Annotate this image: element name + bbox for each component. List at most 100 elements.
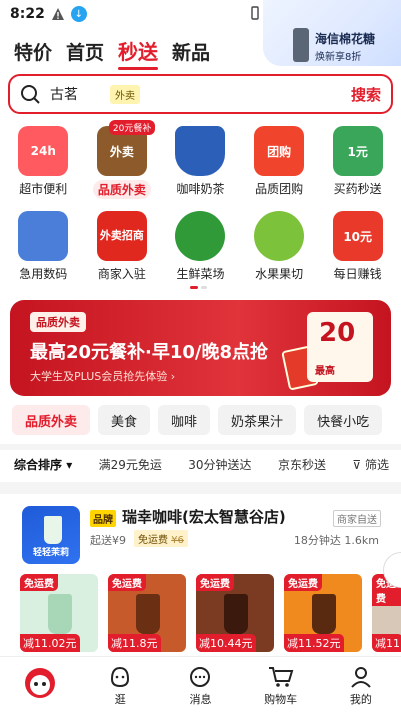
promo-corner-ad[interactable]: 海信棉花糖 焕新享8折 (263, 0, 401, 66)
voucher-amount: 20 (319, 318, 356, 348)
delivery-eta: 18分钟达 1.6km (293, 534, 379, 547)
tab-special[interactable]: 特价 (14, 38, 52, 65)
group-buy-icon: 团购 (254, 126, 305, 176)
category-medicine[interactable]: 1元 买药秒送 (321, 122, 395, 199)
category-label: 买药秒送 (333, 182, 382, 196)
chip-quality-takeout[interactable]: 品质外卖 (12, 405, 91, 435)
nav-browse[interactable]: 逛 (88, 665, 152, 707)
discount-tag: 减10.44元 (196, 634, 256, 652)
medicine-box-icon: 1元 (332, 126, 383, 176)
drink-icon (48, 594, 72, 634)
product-card[interactable]: 免运费 减11.02元 (20, 574, 98, 652)
voucher-card: 20 最高 (307, 312, 373, 382)
nav-label: 我的 (349, 693, 372, 706)
category-quality-takeout[interactable]: 外卖 20元餐补 品质外卖 (85, 120, 159, 199)
filter-30min[interactable]: 30分钟送达 (188, 456, 251, 473)
category-group-buy[interactable]: 团购 品质团购 (242, 122, 316, 199)
promo-banner[interactable]: 品质外卖 最高20元餐补·早10/晚8点抢 大学生及PLUS会员抢先体验 › 2… (10, 300, 391, 396)
category-label: 超市便利 (19, 182, 68, 196)
category-label: 生鲜菜场 (176, 267, 225, 281)
category-earn[interactable]: 10元 每日赚钱 (321, 207, 395, 282)
warning-icon (51, 8, 64, 20)
product-card[interactable]: 免运费 减10.44元 (196, 574, 274, 652)
free-tag: 免运费 (284, 574, 322, 591)
self-delivery-badge: 商家自送 (333, 510, 381, 527)
search-bar: 外卖 搜索 (8, 74, 393, 114)
product-list: 免运费 减11.02元 免运费 减11.8元 免运费 减10.44元 免运费 减… (20, 574, 401, 652)
store-card[interactable]: 轻轻茉莉 品牌 瑞幸咖啡(宏太智慧谷店) 商家自送 起送¥9 免运费 ¥6 18… (10, 494, 401, 654)
category-coffee-tea[interactable]: 咖啡奶茶 (163, 122, 237, 199)
drink-icon (312, 594, 336, 634)
free-delivery-badge: 免运费 ¥6 (134, 530, 188, 547)
promo-subtitle: 焕新享8折 (315, 52, 362, 63)
jd-mascot-icon (17, 659, 64, 705)
24h-bag-icon: 24h (18, 126, 69, 176)
store-logo: 轻轻茉莉 (22, 506, 80, 564)
nav-label: 逛 (114, 693, 126, 706)
discount-tag: 减11.52元 (284, 634, 344, 652)
browse-icon (111, 666, 130, 688)
search-icon (21, 85, 40, 104)
chip-fast-food[interactable]: 快餐小吃 (304, 405, 383, 435)
chip-milk-tea[interactable]: 奶茶果汁 (218, 405, 297, 435)
category-fresh[interactable]: 生鲜菜场 (163, 207, 237, 282)
filter-sort[interactable]: 综合排序 ▾ (14, 456, 72, 473)
category-label: 每日赚钱 (333, 267, 382, 281)
chip-food[interactable]: 美食 (98, 405, 151, 435)
filter-icon: ⊽ (352, 458, 362, 472)
product-card[interactable]: 免运费 减11.52元 (284, 574, 362, 652)
discount-tag: 减11.8元 (108, 634, 161, 652)
bottom-nav: 逛 消息 购物车 我的 (0, 656, 401, 713)
search-button[interactable]: 搜索 (351, 84, 381, 105)
free-tag: 免运费 (20, 574, 58, 591)
store-name: 瑞幸咖啡(宏太智慧谷店) (122, 508, 286, 526)
discount-tag: 减11.02元 (20, 634, 80, 652)
category-grid: 24h 超市便利 外卖 20元餐补 品质外卖 咖啡奶茶 团购 品质团购 1元 买… (0, 120, 401, 282)
category-chips: 品质外卖 美食 咖啡 奶茶果汁 快餐小吃 (12, 405, 383, 435)
tab-new[interactable]: 新品 (172, 38, 210, 65)
nav-profile[interactable]: 我的 (329, 665, 393, 707)
nav-label: 购物车 (264, 693, 298, 706)
vibrate-icon (251, 6, 259, 20)
page-indicator (190, 286, 207, 289)
grapes-icon (254, 211, 305, 261)
status-time: 8:22 (10, 6, 45, 22)
profile-icon (351, 667, 371, 688)
divider (0, 482, 401, 494)
category-label: 品质外卖 (92, 180, 151, 199)
voucher-label: 最高 (315, 366, 335, 377)
merchant-join-icon: 外卖招商 (96, 211, 147, 261)
coffee-cup-icon (175, 126, 226, 176)
fridge-icon (293, 28, 309, 62)
banner-headline: 最高20元餐补·早10/晚8点抢 (30, 342, 269, 363)
drink-icon (224, 594, 248, 634)
filter-free-delivery[interactable]: 满29元免运 (99, 456, 162, 473)
category-merchant-join[interactable]: 外卖招商 商家入驻 (85, 207, 159, 282)
tab-instant-delivery[interactable]: 秒送 (118, 36, 159, 70)
nav-messages[interactable]: 消息 (168, 665, 232, 707)
search-input[interactable] (50, 86, 110, 102)
category-badge: 20元餐补 (108, 120, 156, 135)
discount-tag: 减11 (372, 634, 401, 652)
search-chip: 外卖 (110, 84, 140, 104)
product-card[interactable]: 免运费 减11.8元 (108, 574, 186, 652)
category-label: 品质团购 (255, 182, 304, 196)
category-label: 商家入驻 (97, 267, 146, 281)
nav-home[interactable] (8, 659, 72, 707)
category-supermarket[interactable]: 24h 超市便利 (6, 122, 80, 199)
filter-jd-instant[interactable]: 京东秒送 (278, 456, 326, 473)
top-tabs: 特价 首页 秒送 新品 (14, 36, 210, 70)
brand-badge: 品牌 (90, 510, 116, 527)
category-digital[interactable]: 急用数码 (6, 207, 80, 282)
divider (0, 444, 401, 450)
free-tag: 免运费 (108, 574, 146, 591)
drink-icon (44, 516, 62, 544)
tab-home[interactable]: 首页 (66, 38, 104, 65)
broccoli-icon (175, 211, 226, 261)
category-fruit[interactable]: 水果果切 (242, 207, 316, 282)
filter-button[interactable]: ⊽ 筛选 (352, 456, 389, 473)
chip-coffee[interactable]: 咖啡 (158, 405, 211, 435)
min-order: 起送¥9 (90, 534, 126, 547)
message-icon (190, 667, 211, 687)
nav-cart[interactable]: 购物车 (249, 665, 313, 707)
